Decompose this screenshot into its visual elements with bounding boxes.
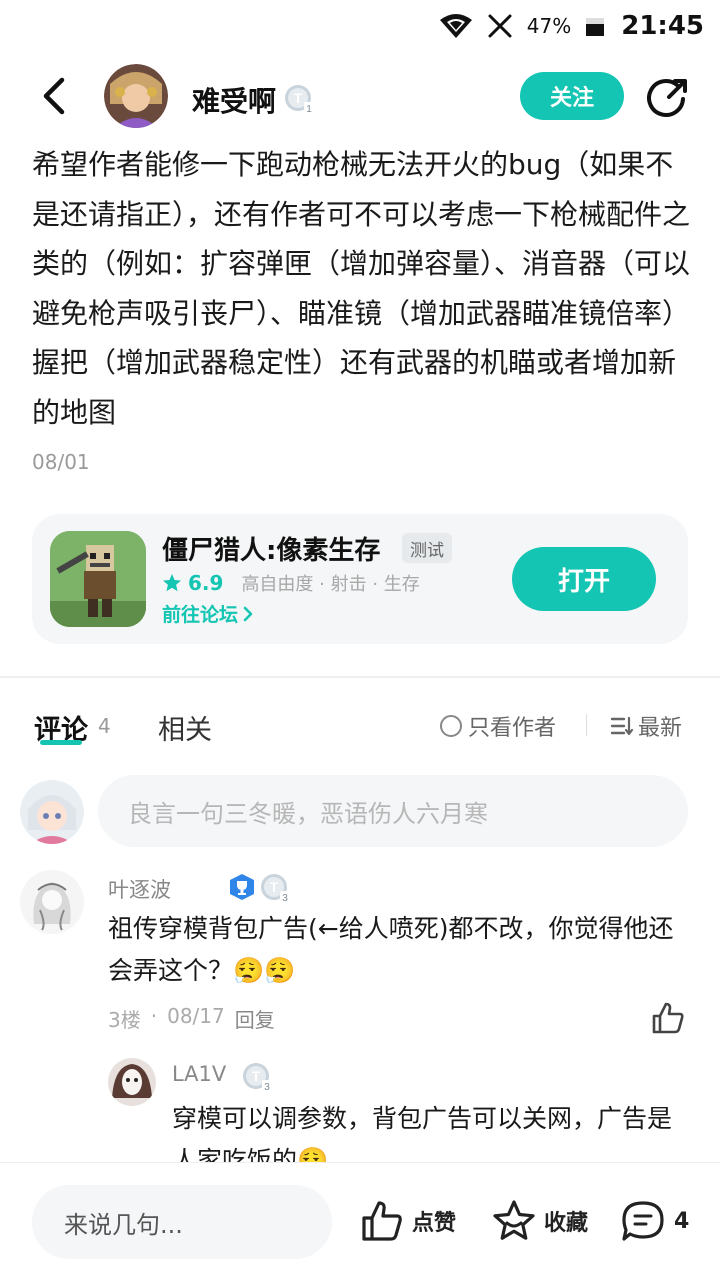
- svg-text:T: T: [294, 90, 303, 106]
- comment-tabs: 评论 4 相关 只看作者 最新: [0, 700, 720, 760]
- post-content: 希望作者能修一下跑动枪械无法开火的bug（如果不是还请指正），还有作者可不可以考…: [32, 148, 691, 429]
- comment-count: 4: [674, 1208, 690, 1234]
- bottom-comment-input[interactable]: 来说几句...: [32, 1185, 332, 1259]
- no-signal-icon: [487, 13, 513, 39]
- forum-link-label: 前往论坛: [162, 604, 239, 626]
- comment-floor: 3楼: [108, 1008, 141, 1032]
- comment-author-name[interactable]: 叶逐波: [108, 874, 171, 904]
- game-rating: 6.9: [188, 571, 224, 595]
- tab-related[interactable]: 相关: [158, 708, 212, 747]
- svg-text:3: 3: [264, 1082, 270, 1092]
- share-icon: [647, 79, 687, 117]
- favorite-button[interactable]: 收藏: [492, 1199, 588, 1243]
- clock: 21:45: [621, 11, 704, 41]
- svg-text:T: T: [252, 1068, 261, 1084]
- thumbs-up-icon: [652, 1002, 684, 1034]
- radio-icon: [440, 715, 462, 737]
- svg-text:3: 3: [282, 893, 288, 903]
- post-header: 难受啊 T1 关注: [0, 60, 720, 136]
- svg-text:1: 1: [306, 104, 312, 114]
- sort-button[interactable]: 最新: [610, 710, 682, 742]
- active-tab-indicator: [40, 740, 82, 745]
- open-game-button[interactable]: 打开: [512, 547, 656, 611]
- sort-label: 最新: [638, 716, 683, 741]
- comment-button[interactable]: 4: [620, 1199, 689, 1243]
- game-card[interactable]: 僵尸猎人:像素生存 测试 6.9 高自由度 · 射击 · 生存 前往论坛 打开: [32, 514, 688, 644]
- reply-avatar[interactable]: [108, 1058, 156, 1106]
- svg-text:T: T: [270, 879, 279, 895]
- comment-badges: T3: [228, 873, 290, 903]
- author-only-label: 只看作者: [468, 716, 557, 741]
- comment-meta-dot: ·: [150, 1004, 158, 1028]
- my-avatar[interactable]: [20, 780, 84, 844]
- level-badge-icon: T1: [284, 84, 314, 115]
- comment-like-button[interactable]: [650, 1000, 686, 1036]
- level-badge-icon: T3: [261, 874, 290, 903]
- reply-author-name[interactable]: LA1V: [172, 1062, 226, 1086]
- comments-count: 4: [98, 714, 111, 738]
- like-label: 点赞: [412, 1211, 457, 1236]
- battery-percent: 47%: [526, 14, 572, 38]
- sort-icon: [610, 716, 634, 736]
- author-avatar[interactable]: [104, 64, 168, 128]
- post-date: 08/01: [32, 450, 90, 474]
- star-icon: [163, 574, 181, 592]
- follow-button[interactable]: 关注: [520, 72, 624, 120]
- thumbs-up-icon: [362, 1201, 402, 1241]
- game-icon[interactable]: [50, 531, 146, 627]
- favorite-label: 收藏: [544, 1211, 589, 1236]
- reply-text: 穿模可以调参数，背包广告可以关网，广告是人家吃饭的😮‍💨: [172, 1104, 673, 1162]
- comment-avatar[interactable]: [20, 870, 84, 934]
- star-outline-icon: [493, 1200, 535, 1240]
- reply-level-badge: T3: [242, 1062, 272, 1096]
- sort-separator: [586, 714, 587, 736]
- chevron-right-icon: [243, 606, 253, 621]
- forum-link[interactable]: 前往论坛: [162, 600, 254, 627]
- author-only-toggle[interactable]: 只看作者: [440, 710, 556, 742]
- bottom-action-bar: 来说几句... 点赞 收藏 4: [0, 1162, 720, 1280]
- status-bar: 47% 21:45: [0, 0, 720, 52]
- back-button[interactable]: [30, 72, 78, 120]
- comment-date: 08/17: [167, 1004, 225, 1028]
- back-arrow-icon: [43, 77, 65, 115]
- author-name[interactable]: 难受啊: [192, 80, 276, 120]
- comment-text: 祖传穿模背包广告(←给人喷死)都不改，你觉得他还会弄这个？😮‍💨😮‍💨: [108, 914, 674, 985]
- comment-meta: 3楼 · 08/17 回复: [108, 1004, 275, 1033]
- share-button[interactable]: [644, 74, 692, 122]
- game-genres: 高自由度 · 射击 · 生存: [241, 574, 420, 595]
- like-button[interactable]: 点赞: [360, 1199, 456, 1243]
- game-rating-row: 6.9 高自由度 · 射击 · 生存: [162, 570, 420, 596]
- comment-input[interactable]: 良言一句三冬暖，恶语伤人六月寒: [98, 775, 688, 847]
- section-divider: [0, 676, 720, 678]
- wifi-icon: [439, 13, 473, 39]
- level-badge-icon: T3: [243, 1063, 272, 1093]
- trophy-badge-icon: [230, 874, 254, 900]
- reply-button[interactable]: 回复: [235, 1004, 275, 1033]
- game-title[interactable]: 僵尸猎人:像素生存: [162, 530, 380, 567]
- comment-bubble-icon: [622, 1201, 664, 1241]
- game-test-tag: 测试: [402, 533, 452, 563]
- battery-icon: [585, 15, 605, 37]
